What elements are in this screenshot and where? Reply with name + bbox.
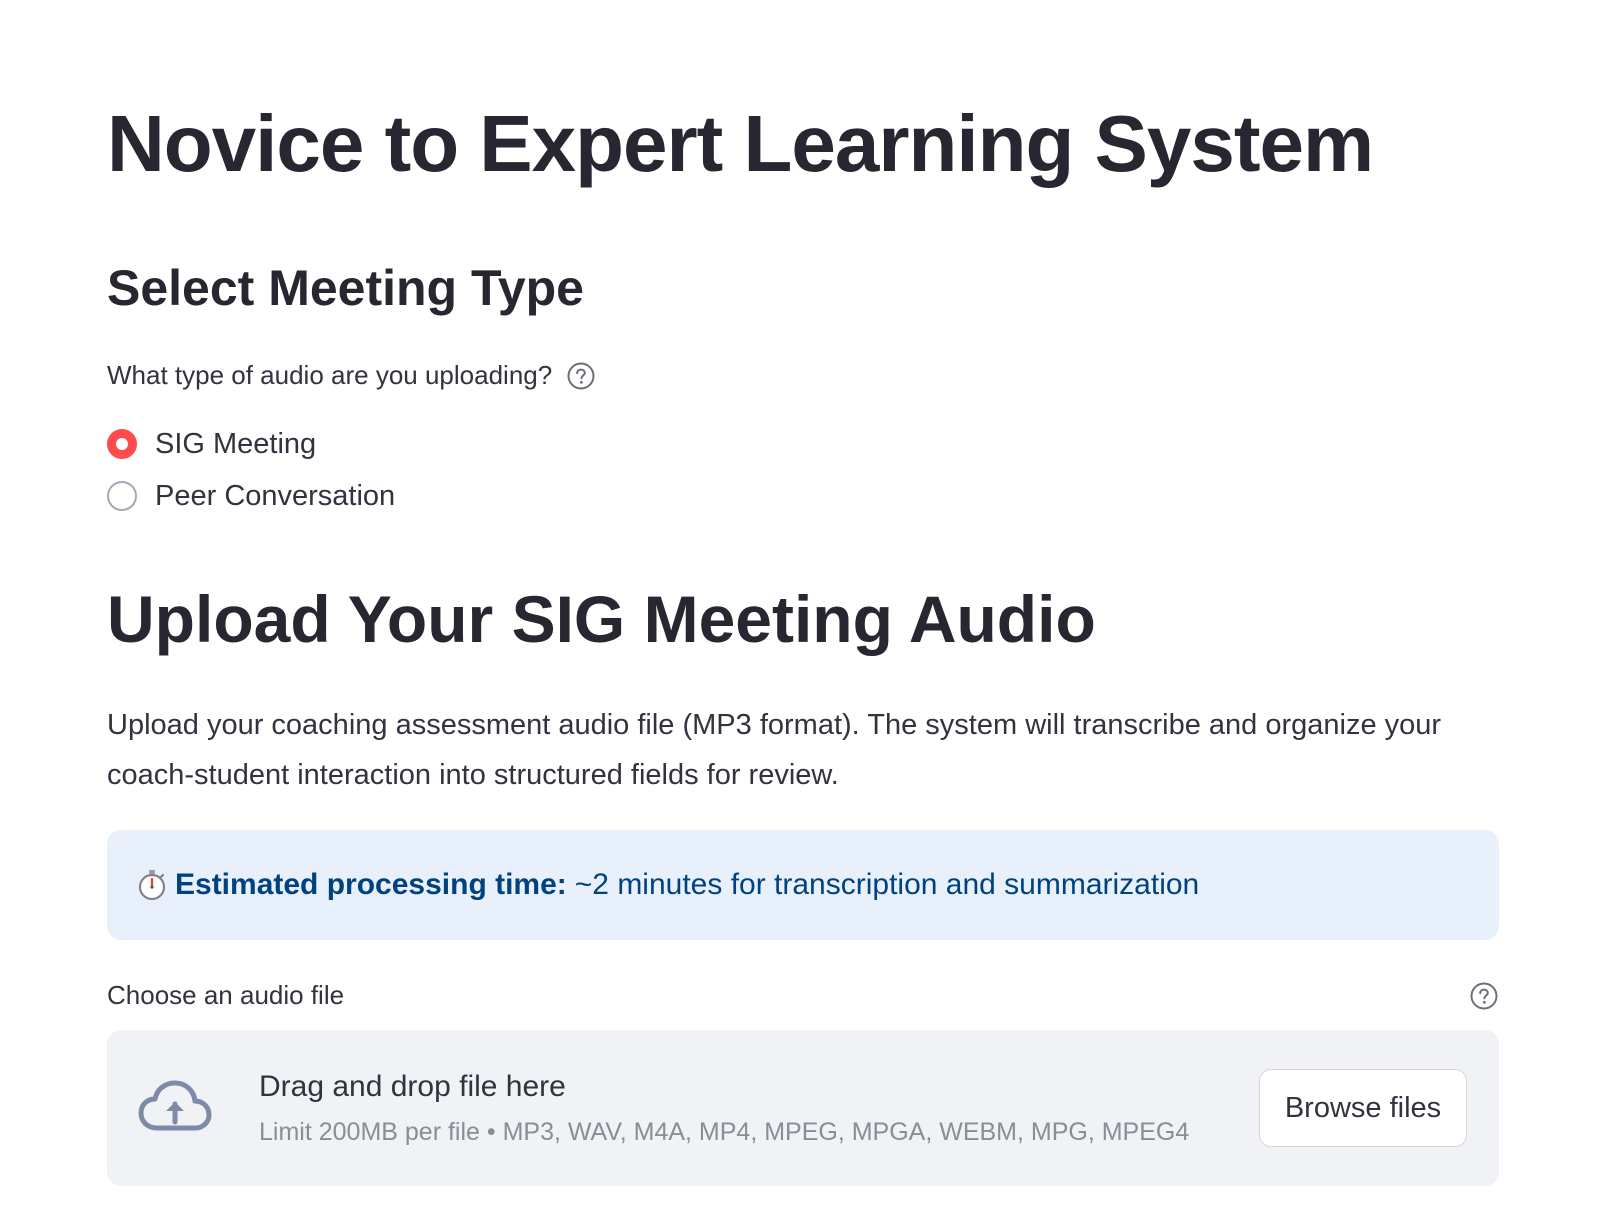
radio-option-sig-meeting[interactable]: SIG Meeting <box>107 418 395 470</box>
page-title: Novice to Expert Learning System <box>107 99 1374 188</box>
help-icon[interactable] <box>1469 981 1499 1011</box>
radio-option-label: SIG Meeting <box>155 427 317 460</box>
dropzone-instructions: Drag and drop file here Limit 200MB per … <box>259 1070 1259 1147</box>
processing-time-label: Estimated processing time: <box>175 868 567 901</box>
browse-files-button[interactable]: Browse files <box>1259 1069 1467 1147</box>
upload-heading: Upload Your SIG Meeting Audio <box>107 582 1096 656</box>
file-dropzone[interactable]: Drag and drop file here Limit 200MB per … <box>107 1030 1499 1186</box>
radio-selected-icon[interactable] <box>107 429 137 459</box>
dropzone-limit-text: Limit 200MB per file • MP3, WAV, M4A, MP… <box>259 1117 1190 1146</box>
dropzone-primary-text: Drag and drop file here <box>259 1069 566 1103</box>
radio-option-peer-conversation[interactable]: Peer Conversation <box>107 470 395 522</box>
meeting-type-question: What type of audio are you uploading? <box>107 360 596 391</box>
meeting-type-radio-group: SIG Meeting Peer Conversation <box>107 418 395 522</box>
stopwatch-icon <box>137 869 167 901</box>
upload-description: Upload your coaching assessment audio fi… <box>107 709 1442 791</box>
meeting-type-heading: Select Meeting Type <box>107 260 584 316</box>
help-icon[interactable] <box>566 361 596 391</box>
processing-time-info: Estimated processing time: ~2 minutes fo… <box>107 830 1499 940</box>
meeting-type-question-label: What type of audio are you uploading? <box>107 360 553 390</box>
app-page: Novice to Expert Learning System Select … <box>0 0 1624 1230</box>
radio-unselected-icon[interactable] <box>107 481 137 511</box>
cloud-upload-icon <box>137 1078 213 1138</box>
file-uploader-label-row: Choose an audio file <box>107 980 1499 1011</box>
file-uploader-label: Choose an audio file <box>107 980 345 1010</box>
radio-option-label: Peer Conversation <box>155 479 396 512</box>
processing-time-text: ~2 minutes for transcription and summari… <box>574 868 1200 901</box>
